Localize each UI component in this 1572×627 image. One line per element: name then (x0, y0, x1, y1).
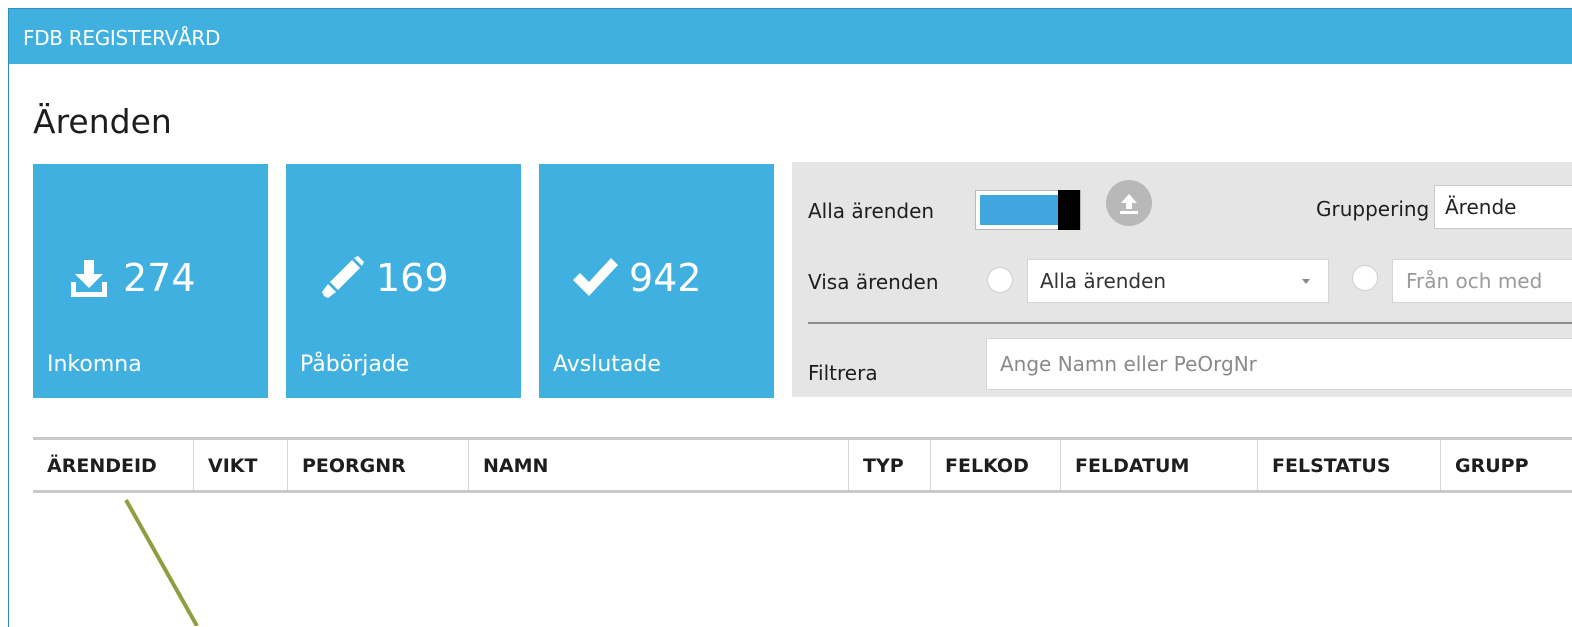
pencil-icon (322, 256, 364, 298)
tile-count-row: 274 (65, 254, 196, 302)
checkmark-icon (573, 258, 618, 296)
tile-label: Avslutade (553, 352, 661, 377)
grouping-label: Gruppering (1316, 197, 1430, 221)
filter-label: Filtrera (808, 361, 878, 385)
download-icon (71, 260, 107, 297)
show-cases-select-value: Alla ärenden (1040, 269, 1167, 293)
upload-button[interactable] (1106, 180, 1152, 226)
column-peorgnr[interactable]: PEORGNR (288, 440, 469, 490)
all-cases-toggle[interactable] (975, 190, 1081, 230)
filter-panel: Alla ärenden Gruppering Ärende Visa ären… (792, 162, 1572, 397)
app-window: FDB REGISTERVÅRD Ärenden 274 Inkomna 169 (8, 8, 1572, 627)
show-cases-label: Visa ärenden (808, 270, 939, 294)
from-date-input[interactable]: Från och med (1392, 259, 1572, 303)
toggle-thumb[interactable] (1058, 190, 1080, 230)
upload-icon (1120, 194, 1138, 214)
tile-count: 274 (123, 256, 196, 300)
tile-count: 169 (376, 256, 449, 300)
window-titlebar: FDB REGISTERVÅRD (9, 9, 1572, 64)
from-date-radio[interactable] (1352, 265, 1378, 291)
column-vikt[interactable]: VIKT (194, 440, 288, 490)
tile-label: Inkomna (47, 352, 142, 377)
tile-count: 942 (629, 256, 702, 300)
column-namn[interactable]: NAMN (469, 440, 849, 490)
grouping-select[interactable]: Ärende (1434, 185, 1572, 229)
column-arendeid[interactable]: ÄRENDEID (33, 440, 194, 490)
column-felstatus[interactable]: FELSTATUS (1258, 440, 1441, 490)
column-typ[interactable]: TYP (849, 440, 931, 490)
show-cases-select[interactable]: Alla ärenden (1027, 259, 1329, 303)
tile-avslutade[interactable]: 942 Avslutade (539, 164, 774, 398)
filter-input[interactable]: Ange Namn eller PeOrgNr (986, 338, 1572, 390)
toggle-track (980, 195, 1058, 225)
page-title: Ärenden (33, 102, 172, 141)
table-header: ÄRENDEID VIKT PEORGNR NAMN TYP FELKOD FE… (33, 437, 1572, 493)
app-title: FDB REGISTERVÅRD (23, 26, 221, 50)
column-feldatum[interactable]: FELDATUM (1061, 440, 1258, 490)
tile-count-row: 942 (571, 254, 702, 302)
chevron-down-icon (1302, 279, 1310, 284)
column-felkod[interactable]: FELKOD (931, 440, 1061, 490)
all-cases-label: Alla ärenden (808, 199, 935, 223)
filter-divider (808, 322, 1572, 324)
column-grupp[interactable]: GRUPP (1441, 440, 1572, 490)
show-cases-radio[interactable] (987, 267, 1013, 293)
tile-label: Påbörjade (300, 352, 410, 377)
tile-count-row: 169 (318, 254, 449, 302)
tile-inkomna[interactable]: 274 Inkomna (33, 164, 268, 398)
tile-paborjade[interactable]: 169 Påbörjade (286, 164, 521, 398)
